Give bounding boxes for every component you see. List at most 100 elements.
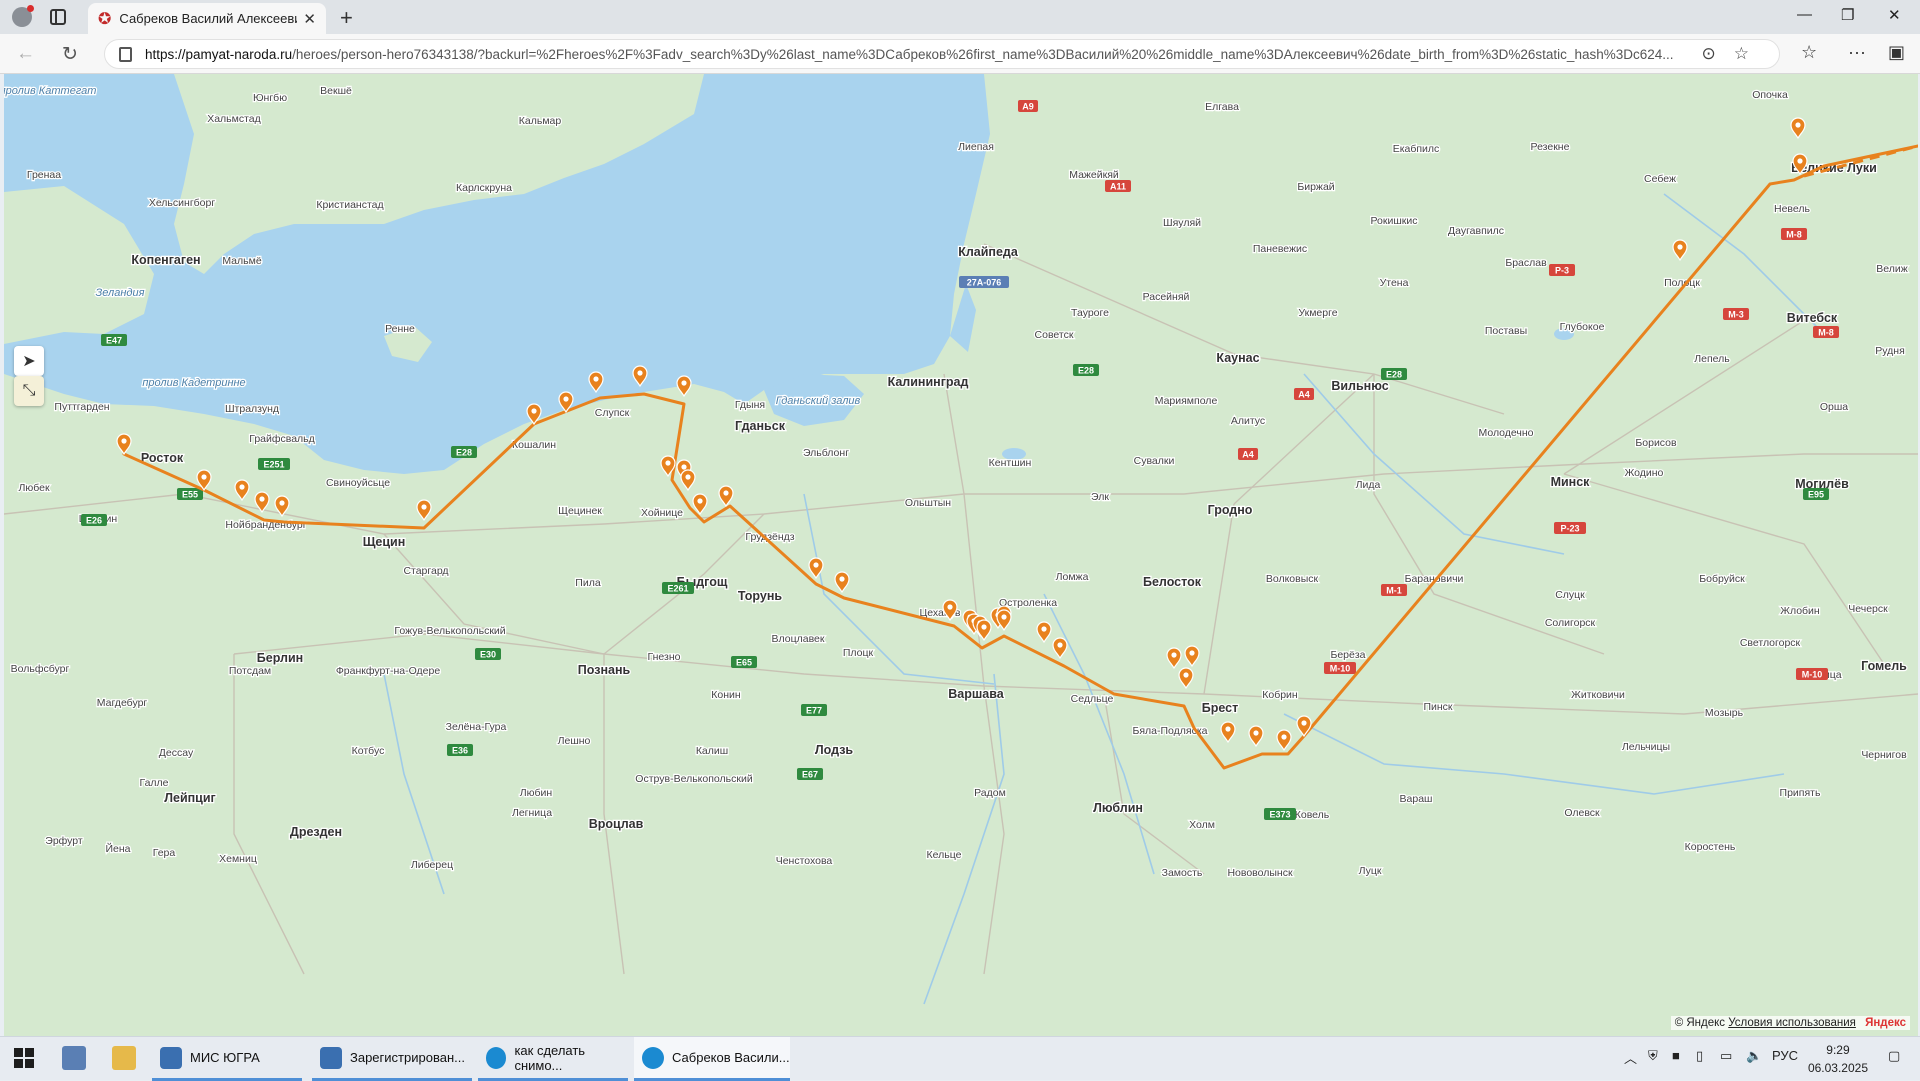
security-icon[interactable]: ⛨ xyxy=(1648,1048,1658,1064)
map-canvas[interactable]: пролив Каттегат Юнгбю Векшё Кальмар Хальмста… xyxy=(4,74,1918,1036)
map-label: Гера xyxy=(153,847,176,859)
map-label: Ковель xyxy=(1295,809,1330,821)
map-label: Луцк xyxy=(1359,865,1382,877)
address-bar[interactable]: https://pamyat-naroda.ru/heroes/person-h… xyxy=(104,39,1780,69)
fullscreen-button[interactable]: ⤡ xyxy=(14,376,44,406)
map-copyright: © Яндекс Условия использования Яндекс xyxy=(1670,1016,1910,1030)
road-sign-label: P-3 xyxy=(1555,266,1569,276)
sidebar-icon[interactable]: ▣ xyxy=(1888,42,1905,63)
tray-app-icon[interactable]: ■ xyxy=(1672,1048,1680,1063)
close-tab-icon[interactable]: ✕ xyxy=(303,10,316,28)
map-label: Либерец xyxy=(411,859,453,871)
terms-link[interactable]: Условия использования xyxy=(1728,1017,1856,1029)
road-sign-label: E95 xyxy=(1808,490,1824,500)
map-label: Зелёна-Гура xyxy=(446,721,507,733)
map-label: Сувалки xyxy=(1134,455,1175,467)
road-sign-label: E28 xyxy=(1386,370,1402,380)
map-label: Ченстохова xyxy=(776,855,833,867)
route-marker-dot xyxy=(1057,642,1063,648)
restore-icon[interactable]: ❐ xyxy=(1841,6,1854,24)
map-label: Свиноуйсьце xyxy=(326,477,390,489)
windows-start-icon[interactable] xyxy=(14,1048,34,1068)
map-label: Клайпеда xyxy=(958,245,1019,259)
minimize-icon[interactable]: — xyxy=(1797,6,1812,23)
new-tab-icon[interactable]: + xyxy=(340,5,353,31)
map-label: Влоцлавек xyxy=(772,633,825,645)
road-sign-label: E30 xyxy=(480,650,496,660)
route-marker-dot xyxy=(697,498,703,504)
map-label: Мариямполе xyxy=(1155,395,1218,407)
file-explorer-icon[interactable] xyxy=(112,1046,136,1070)
notifications-icon[interactable]: ▢ xyxy=(1888,1048,1900,1064)
battery-icon[interactable]: ▯ xyxy=(1696,1048,1703,1064)
geolocation-button[interactable]: ➤ xyxy=(14,346,44,376)
map-label: Екабпилс xyxy=(1393,143,1440,155)
map-label: Кобрин xyxy=(1262,689,1298,701)
map-label: Велиж xyxy=(1876,263,1908,275)
back-icon[interactable]: ← xyxy=(16,43,35,65)
map-label: Тауроге xyxy=(1071,307,1109,319)
map-label: Зеландия xyxy=(96,287,145,299)
route-marker-dot xyxy=(1797,158,1803,164)
favorites-icon[interactable]: ☆ xyxy=(1801,42,1817,63)
map-label: Лепель xyxy=(1694,353,1730,365)
map-label: Чернигов xyxy=(1861,749,1907,761)
road-sign: E95 xyxy=(1803,488,1829,500)
map-label: Хойнице xyxy=(641,507,683,519)
map-label: Плоцк xyxy=(843,647,874,659)
calculator-icon[interactable] xyxy=(62,1046,86,1070)
taskbar-app-registered[interactable]: Зарегистрирован... xyxy=(312,1037,472,1081)
taskbar-app-mis-yugra[interactable]: МИС ЮГРА xyxy=(152,1037,302,1081)
reader-icon[interactable]: ⊙ xyxy=(1702,44,1734,63)
map-label: Старгард xyxy=(403,565,448,577)
road-sign-label: E28 xyxy=(456,448,472,458)
active-tab[interactable]: ✪ Сабреков Василий Алексеевич : ✕ xyxy=(88,3,326,34)
map-label: Щецинек xyxy=(558,505,602,517)
favorite-star-icon[interactable]: ☆ xyxy=(1734,44,1767,63)
road-sign: A4 xyxy=(1294,388,1314,400)
road-sign: E36 xyxy=(447,744,473,756)
map-label: пролив Каттегат xyxy=(4,85,96,97)
road-sign: 27A-076 xyxy=(959,276,1009,288)
map-label: Алитус xyxy=(1231,415,1265,427)
road-sign-label: A11 xyxy=(1110,182,1126,192)
network-icon[interactable]: ▭ xyxy=(1720,1048,1732,1064)
taskbar-app-edge-sabrekov[interactable]: Сабреков Васили... xyxy=(634,1037,790,1081)
menu-icon[interactable]: ··· xyxy=(1848,42,1866,63)
road-sign: M-8 xyxy=(1813,326,1839,338)
road-sign: E28 xyxy=(451,446,477,458)
road-sign-label: A4 xyxy=(1242,450,1254,460)
volume-icon[interactable]: 🔈 xyxy=(1746,1048,1762,1064)
language-indicator[interactable]: РУС xyxy=(1772,1048,1798,1063)
map-label: Элк xyxy=(1091,491,1109,503)
tab-actions-icon[interactable] xyxy=(50,9,66,25)
map-label: Хемниц xyxy=(219,853,257,865)
reload-icon[interactable]: ↻ xyxy=(62,43,78,66)
map-view[interactable]: пролив Каттегат Юнгбю Векшё Кальмар Хальмста… xyxy=(4,74,1918,1036)
route-marker-dot xyxy=(1183,672,1189,678)
road-sign-label: M-3 xyxy=(1728,310,1744,320)
map-label: Биржай xyxy=(1297,181,1334,193)
collapse-icon: ⤡ xyxy=(22,382,36,399)
profile-icon[interactable] xyxy=(12,5,34,27)
tray-expand-icon[interactable]: ︿ xyxy=(1624,1048,1637,1067)
site-info-icon[interactable] xyxy=(119,47,132,62)
map-label: Галле xyxy=(139,777,168,789)
taskbar-app-label: Зарегистрирован... xyxy=(350,1050,465,1065)
taskbar-app-edge-screenshot[interactable]: как сделать снимо... xyxy=(478,1037,628,1081)
road-sign: M-3 xyxy=(1723,308,1749,320)
map-label: Ломжа xyxy=(1056,571,1089,583)
edge-icon xyxy=(486,1046,507,1069)
map-label: Кристианстад xyxy=(316,199,383,211)
map-label: Гродно xyxy=(1208,503,1253,517)
route-marker-dot xyxy=(239,484,245,490)
clock[interactable]: 9:29 06.03.2025 xyxy=(1808,1041,1868,1077)
window-close-icon[interactable]: ✕ xyxy=(1888,6,1901,24)
map-label: Любин xyxy=(520,787,553,799)
road-sign: E55 xyxy=(177,488,203,500)
map-label: Калининград xyxy=(888,375,969,389)
road-sign: E373 xyxy=(1264,808,1296,820)
road-sign-label: E251 xyxy=(263,460,284,470)
road-sign-label: E65 xyxy=(736,658,752,668)
road-sign: E251 xyxy=(258,458,290,470)
